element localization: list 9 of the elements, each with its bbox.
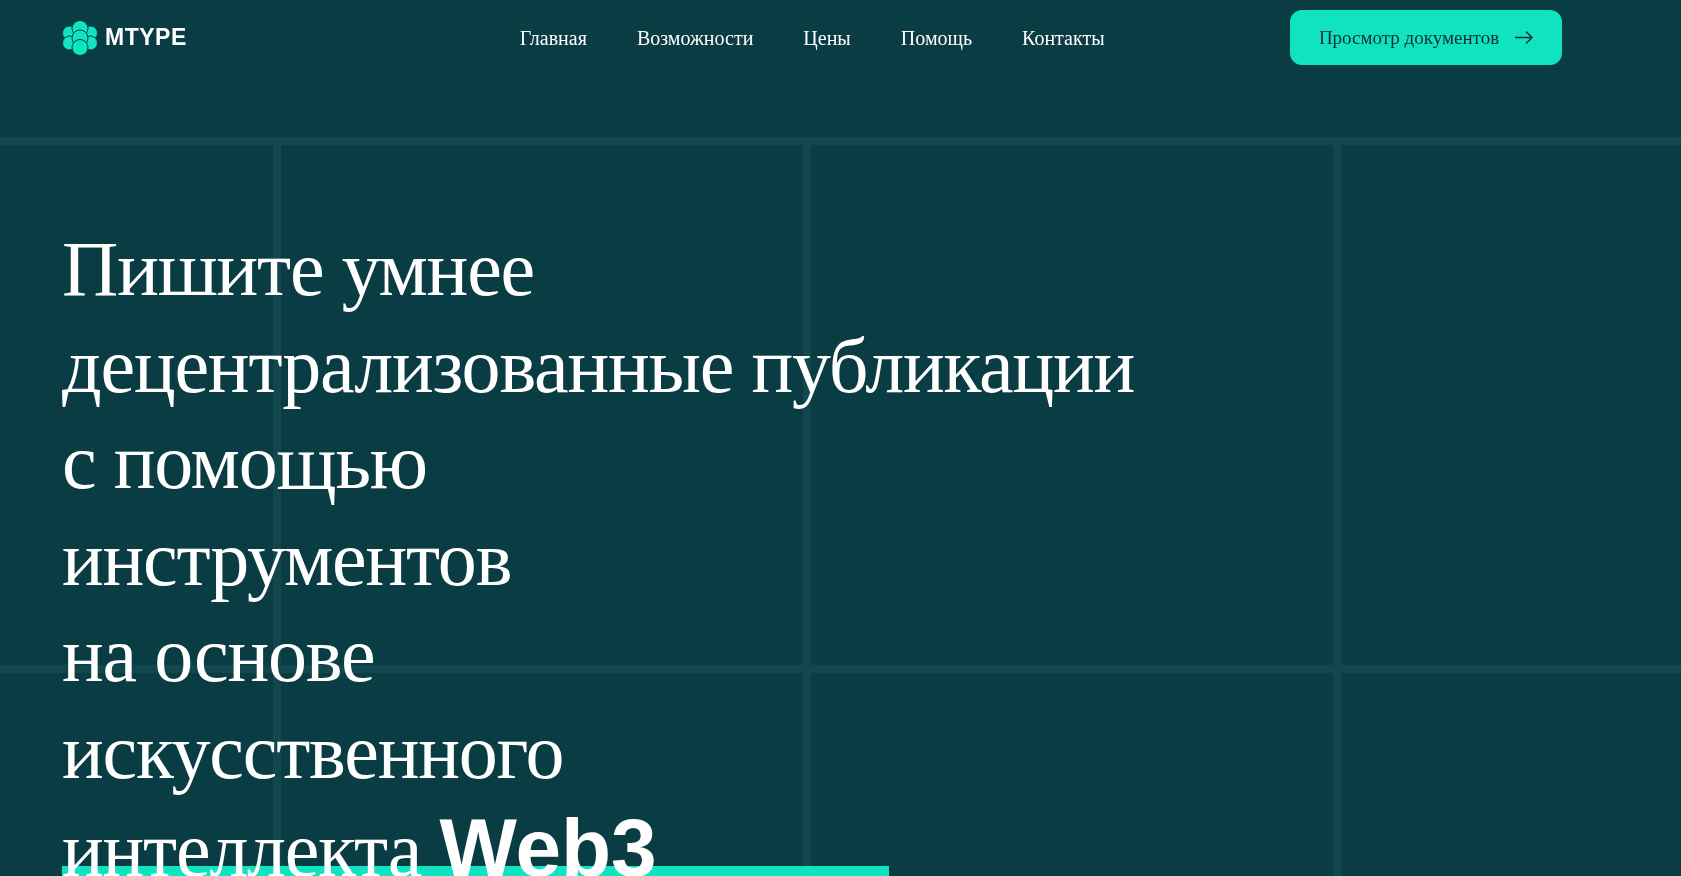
- arrow-right-icon: [1515, 31, 1534, 44]
- logo-text: MTYPE: [105, 26, 187, 49]
- nav-link[interactable]: Помощь: [900, 27, 973, 48]
- nav-link[interactable]: Возможности: [636, 27, 754, 48]
- view-docs-button[interactable]: Просмотр документов: [1290, 10, 1562, 65]
- nav-link[interactable]: Цены: [803, 27, 851, 48]
- logo-icon: [62, 19, 98, 56]
- nav-link[interactable]: Контакты: [1022, 27, 1105, 48]
- nav-link[interactable]: Главная: [519, 27, 587, 48]
